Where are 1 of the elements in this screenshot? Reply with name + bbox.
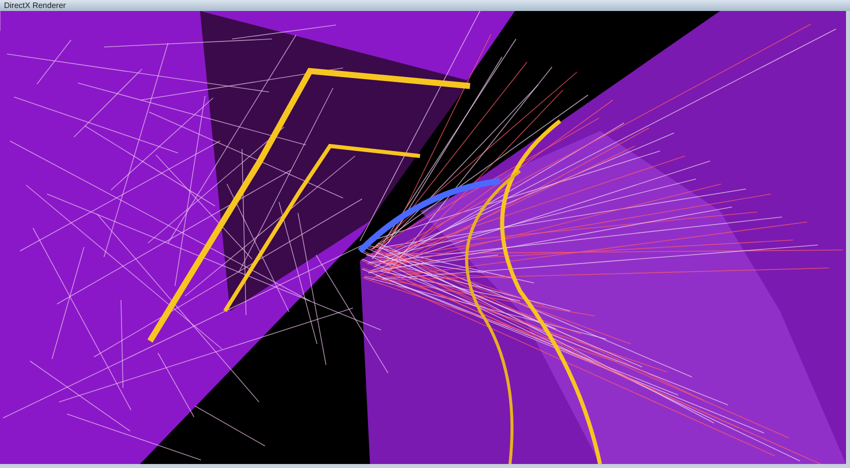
window-title: DirectX Renderer: [4, 0, 66, 10]
